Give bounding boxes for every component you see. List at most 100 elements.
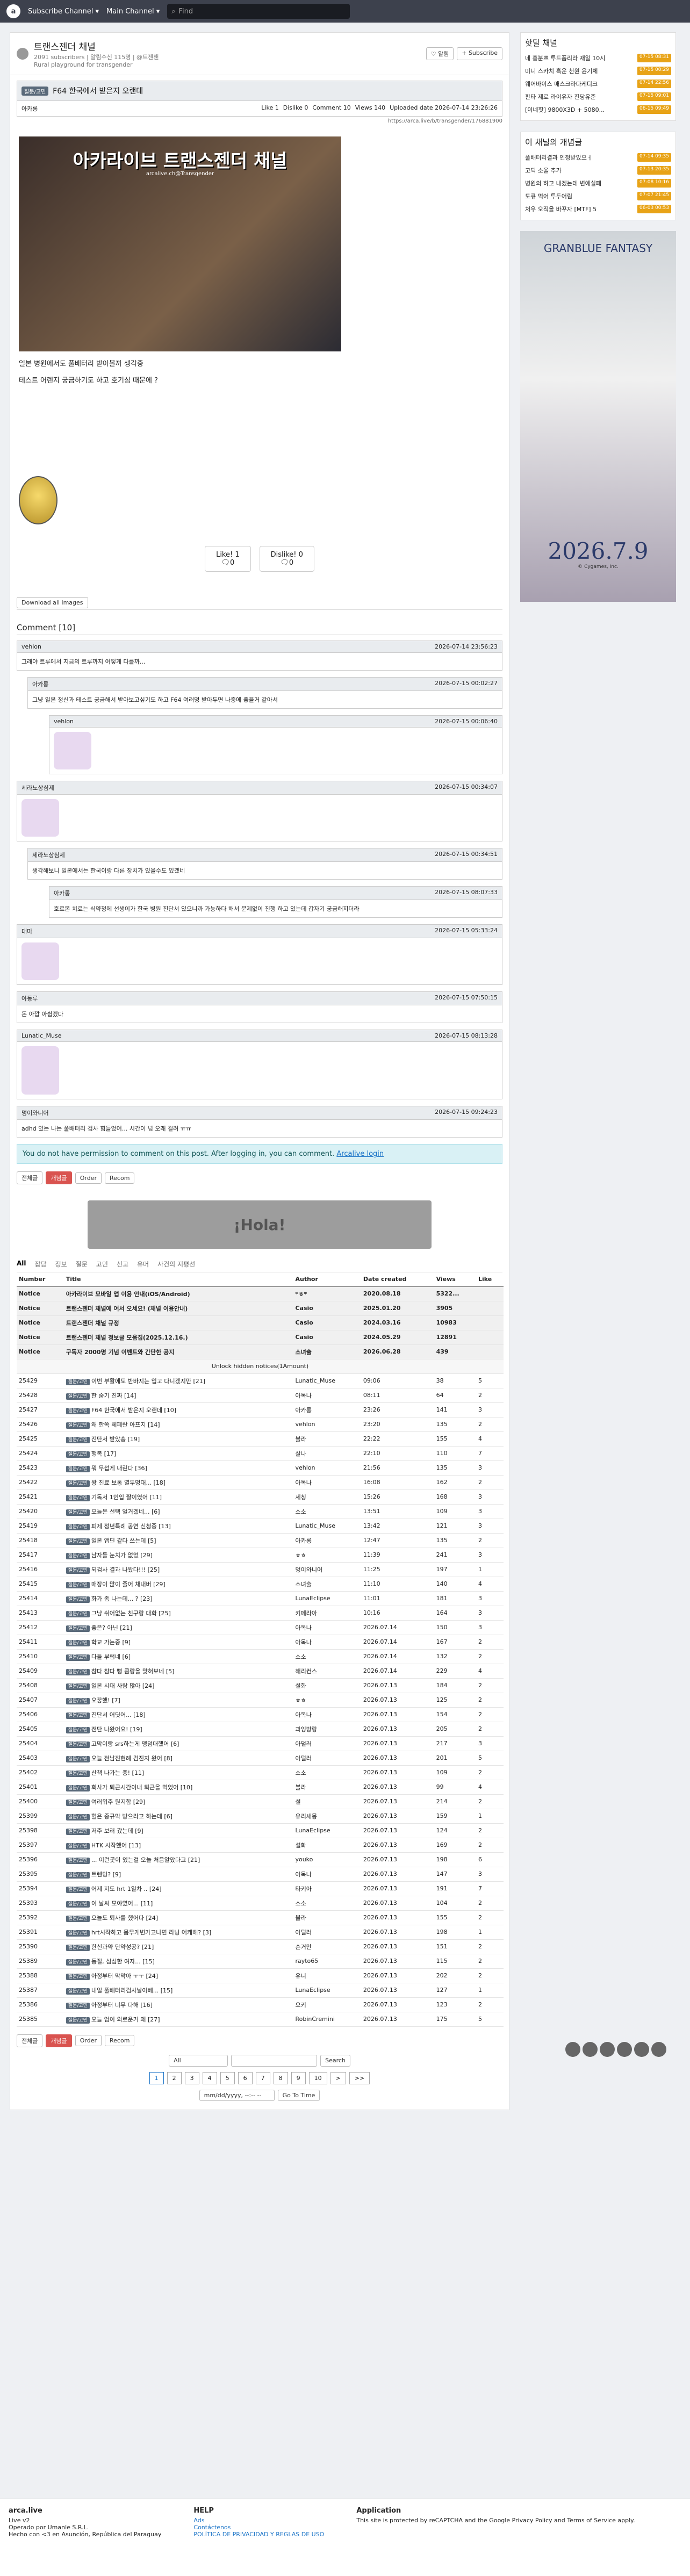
search-input[interactable]: ⌕ Find <box>167 4 350 19</box>
row-author[interactable]: 설화 <box>293 1838 361 1853</box>
search-scope-select[interactable]: All <box>169 2054 228 2067</box>
settings-icon[interactable] <box>565 2042 580 2057</box>
row-title[interactable]: 질문/고민 아정부터 너무 다해 [16] <box>63 1997 293 2012</box>
table-row[interactable]: 25417 질문/고민 남자들 눈치가 없었 [29] ㅎㅎ 11:39 241 3 <box>17 1548 504 1563</box>
row-author[interactable]: vehlon <box>293 1460 361 1476</box>
table-row[interactable]: 25401 질문/고민 회사가 퇴근시간이내 퇴근을 먹었어 [10] 블라 2026.… <box>17 1780 504 1795</box>
table-row[interactable]: 25409 질문/고민 참다 참다 뻥 큼랑을 맞혀보네 [5] 해리컨스 2026.0… <box>17 1664 504 1679</box>
row-title[interactable]: 질문/고민 오늘 전남진현례 검진지 왔어 [8] <box>63 1751 293 1766</box>
comment-user[interactable]: 아카롱 <box>54 889 70 897</box>
table-row[interactable]: 25408 질문/고민 일본 시대 사람 많아 [24] 설화 2026.07.13 18… <box>17 1678 504 1693</box>
best-item-title[interactable]: 처우 오직을 바꾸자 [MTF] 5 <box>525 205 596 213</box>
tab-4[interactable]: 고민 <box>96 1260 108 1269</box>
row-title[interactable]: 질문/고민 이 날씨 모야였어... [11] <box>63 1896 293 1911</box>
row-author[interactable]: 설화 <box>293 1678 361 1693</box>
row-author[interactable]: 과잉방랑 <box>293 1722 361 1737</box>
page-link[interactable]: 10 <box>308 2071 327 2084</box>
row-author[interactable]: 소소 <box>293 1896 361 1911</box>
row-title[interactable]: 질문/고민 피제 정년특례 공연 신청중 [13] <box>63 1519 293 1534</box>
row-author[interactable]: LunaEclipse <box>293 1591 361 1606</box>
table-row[interactable]: 25420 질문/고민 오늘은 선택 얼거겠네... [6] 소소 13:51 109 3 <box>17 1504 504 1519</box>
table-row[interactable]: 25396 질문/고민... 이런곳이 있는걸 오늘 처음알았다고 [21] you… <box>17 1852 504 1867</box>
comment-user[interactable]: Lunatic_Muse <box>21 1032 62 1039</box>
comment-icon[interactable] <box>583 2042 598 2057</box>
table-row[interactable]: 25410 질문/고민 다들 부럽네 [6] 소소 2026.07.14 132 2 <box>17 1649 504 1664</box>
date-input[interactable]: mm/dd/yyyy, --:-- -- <box>199 2089 275 2101</box>
row-title[interactable]: 질문/고민 트렌딩? [9] <box>63 1867 293 1882</box>
table-row[interactable]: 25404 질문/고민 고막이랑 srs하는게 맹덤대했어 [6] 아덜러 2026.0… <box>17 1736 504 1751</box>
hidden-notice-row[interactable]: Unlock hidden notices(1Amount) <box>17 1359 504 1374</box>
row-title[interactable]: 질문/고민... 이런곳이 있는걸 오늘 처음알았다고 [21] <box>63 1852 293 1867</box>
comment-user[interactable]: 대마 <box>21 927 32 936</box>
best-item[interactable]: 도큐 먹어 투두어림 07-07 21:45 <box>525 190 671 203</box>
row-author[interactable]: 키메라아 <box>293 1606 361 1621</box>
row-author[interactable]: 아목나 <box>293 1475 361 1490</box>
hot-item[interactable]: [이네핫] 9800X3D + 5080... 06-15 09:49 <box>525 103 671 116</box>
best-item-title[interactable]: 고딕 소울 추가 <box>525 166 562 175</box>
board-search-button[interactable]: Search <box>320 2054 350 2067</box>
row-author[interactable]: 아덜러 <box>293 1925 361 1940</box>
tab-3[interactable]: 질문 <box>76 1260 88 1269</box>
row-title[interactable]: 질문/고민 기독서 1인입 짤이였어 [11] <box>63 1490 293 1505</box>
table-row[interactable]: 25413 질문/고민 그냥 쉬어없는 친구랑 대화 [25] 키메라아 10:16 16… <box>17 1606 504 1621</box>
row-author[interactable]: 손거만 <box>293 1939 361 1954</box>
row-author[interactable]: 아목나 <box>293 1867 361 1882</box>
row-author[interactable]: 오키 <box>293 1997 361 2012</box>
best-item-title[interactable]: 도큐 먹어 투두어림 <box>525 192 572 200</box>
table-row[interactable]: 25385 질문/고민 오늘 엄이 외로운거 왜 [27] RobinCremini 2… <box>17 2012 504 2027</box>
page-link[interactable]: 9 <box>291 2071 306 2084</box>
row-title[interactable]: 질문/고민 회사가 퇴근시간이내 퇴근을 먹었어 [10] <box>63 1780 293 1795</box>
comment-user[interactable]: 세라노상심제 <box>21 783 54 792</box>
row-title[interactable]: 질문/고민 아정부터 막막아 ㅜㅜ [24] <box>63 1968 293 1983</box>
row-author[interactable]: 블라 <box>293 1431 361 1447</box>
row-author[interactable]: Lunatic_Muse <box>293 1373 361 1388</box>
row-author[interactable]: 소소 <box>293 1765 361 1780</box>
scroll-up-icon[interactable] <box>634 2042 649 2057</box>
page-link[interactable]: 6 <box>238 2071 253 2084</box>
alert-button[interactable]: ♡ 알림 <box>426 47 454 60</box>
table-row[interactable]: 25397 질문/고민 HTK 시작했어 [13] 설화 2026.07.13 169 2 <box>17 1838 504 1853</box>
best-item[interactable]: 병원의 하고 내겠는데 변에실패 07-08 10:16 <box>525 177 671 190</box>
row-title[interactable]: 질문/고민 왜 한쪽 체페란 아프지 [14] <box>63 1417 293 1432</box>
row-author[interactable]: 아덜러 <box>293 1751 361 1766</box>
row-title[interactable]: 질문/고민 산책 나가는 중! [11] <box>63 1765 293 1780</box>
row-title[interactable]: 질문/고민 매장이 많이 줄어 채내버 [29] <box>63 1577 293 1592</box>
tab-0[interactable]: All <box>17 1260 26 1269</box>
row-title[interactable]: 질문/고민 오늘 엄이 외로운거 왜 [27] <box>63 2012 293 2027</box>
best-item[interactable]: 풀배터리결과 인정받았으ㅓ 07-14 09:35 <box>525 151 671 164</box>
hot-item[interactable]: 웨어바이스 매스크라다케디크 07-14 22:56 <box>525 77 671 90</box>
login-link[interactable]: Arcalive login <box>336 1150 384 1158</box>
best-item[interactable]: 처우 오직을 바꾸자 [MTF] 5 06-03 00:53 <box>525 203 671 215</box>
page-link[interactable]: 7 <box>255 2071 270 2084</box>
order-select[interactable]: Order <box>75 2035 102 2046</box>
notice-row[interactable]: Notice 트랜스젠더 채널에 어서 오세요! (채널 이용안내) Casio 20… <box>17 1301 504 1316</box>
main-channel-menu[interactable]: Main Channel ▾ <box>106 8 160 16</box>
table-row[interactable]: 25411 질문/고민 학교 가는중 [9] 아목나 2026.07.14 167 2 <box>17 1635 504 1650</box>
row-title[interactable]: 질문/고민 일본 앱딘 같다 쓰는데 [5] <box>63 1533 293 1548</box>
tab-5[interactable]: 신고 <box>117 1260 128 1269</box>
scroll-down-icon[interactable] <box>651 2042 666 2057</box>
goto-time-button[interactable]: Go To Time <box>277 2089 320 2101</box>
page-link[interactable]: 3 <box>184 2071 199 2084</box>
hotdeal-title[interactable]: 핫딜 채널 <box>525 37 671 48</box>
row-author[interactable]: 블라 <box>293 1910 361 1925</box>
table-row[interactable]: 25419 질문/고민 피제 정년특례 공연 신청중 [13] Lunatic_Mus… <box>17 1519 504 1534</box>
download-images-button[interactable]: Download all images <box>17 597 88 608</box>
row-author[interactable]: 소소 <box>293 1504 361 1519</box>
page-link[interactable]: 8 <box>273 2071 288 2084</box>
table-row[interactable]: 25416 질문/고민 되검사 결과 나왔다!!! [25] 멍이와니어 11:25 19… <box>17 1562 504 1577</box>
hot-item-title[interactable]: 판타 제로 라이유자 진당유준 <box>525 92 596 101</box>
comment-user[interactable]: vehlon <box>54 718 74 725</box>
table-row[interactable]: 25391 질문/고민 hrt시작하고 몸무게변가고나면 라닝 어케해? [3] 아덜… <box>17 1925 504 1940</box>
row-title[interactable]: 질문/고민 저주 보러 갔는데 [9] <box>63 1823 293 1838</box>
table-row[interactable]: 25403 질문/고민 오늘 전남진현례 검진지 왔어 [8] 아덜러 2026.07.… <box>17 1751 504 1766</box>
row-author[interactable]: 살나 <box>293 1446 361 1461</box>
page-link[interactable]: > <box>330 2071 346 2084</box>
best-item-title[interactable]: 풀배터리결과 인정받았으ㅓ <box>525 153 592 162</box>
all-posts-button[interactable]: 전체글 <box>17 2034 43 2047</box>
footer-ads-link[interactable]: Ads <box>193 2517 324 2524</box>
notice-cell[interactable]: 트랜스젠더 채널에 어서 오세요! (채널 이용안내) <box>63 1301 293 1316</box>
row-title[interactable]: 질문/고민 다들 부럽네 [6] <box>63 1649 293 1664</box>
table-row[interactable]: 25392 질문/고민 오늘도 퇴사를 했어다 [24] 블라 2026.07.13 15… <box>17 1910 504 1925</box>
row-title[interactable]: 질문/고민 여러워주 뭔지함 [29] <box>63 1794 293 1809</box>
